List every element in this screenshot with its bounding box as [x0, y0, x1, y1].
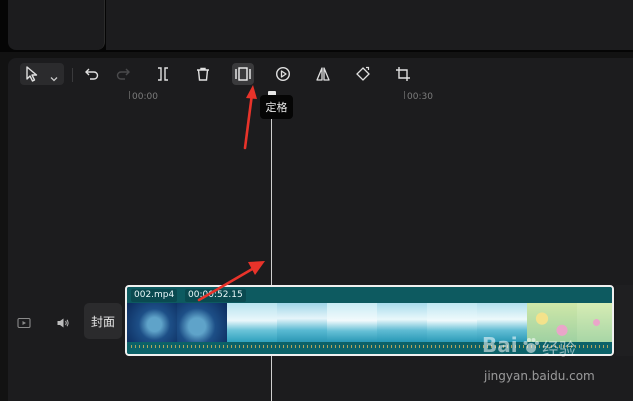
clip-thumbnail	[377, 303, 427, 342]
rotate-button[interactable]	[352, 63, 374, 85]
ruler-tick	[129, 91, 130, 99]
play-button[interactable]	[272, 63, 294, 85]
timeline-toolbar	[8, 58, 633, 91]
baidu-watermark: Bai 经验 jingyan.baidu.com	[478, 333, 628, 389]
ruler-tick	[404, 91, 405, 99]
track-mute-toggle[interactable]	[55, 315, 71, 331]
undo-icon	[84, 66, 100, 82]
cursor-icon[interactable]	[25, 66, 39, 86]
delete-button[interactable]	[192, 63, 214, 85]
freeze-tooltip: 定格	[260, 95, 293, 119]
cover-label: 封面	[90, 314, 115, 329]
split-icon	[155, 66, 171, 82]
trash-icon	[195, 66, 211, 82]
tooltip-text: 定格	[265, 101, 288, 114]
mirror-button[interactable]	[312, 63, 334, 85]
freeze-frame-icon	[234, 66, 252, 82]
playhead[interactable]	[271, 108, 272, 401]
speaker-icon	[56, 314, 70, 333]
player-panel	[106, 0, 633, 50]
ruler-label-30s: 00:30	[407, 92, 433, 102]
clip-thumbnail	[327, 303, 377, 342]
clip-thumbnail	[177, 303, 227, 342]
chevron-down-icon[interactable]	[49, 69, 59, 88]
timeline-ruler[interactable]: 00:00 00:30	[8, 91, 633, 107]
undo-button[interactable]	[81, 63, 103, 85]
clip-filename: 002.mp4	[131, 289, 178, 302]
redo-icon	[115, 66, 131, 82]
clip-thumbnail	[427, 303, 477, 342]
play-circle-icon	[275, 66, 291, 82]
clip-duration: 00:00:52.15	[185, 289, 246, 302]
paw-icon	[522, 337, 540, 359]
select-tool-group[interactable]	[20, 63, 64, 85]
video-track-icon	[17, 314, 31, 333]
preview-area	[0, 0, 633, 52]
media-panel	[8, 0, 105, 50]
split-button[interactable]	[152, 63, 174, 85]
track-visibility-toggle[interactable]	[16, 315, 32, 331]
clip-thumbnail	[127, 303, 177, 342]
watermark-brand-suffix: 经验	[542, 340, 576, 360]
toolbar-divider	[72, 68, 73, 82]
crop-button[interactable]	[392, 63, 414, 85]
clip-thumbnail	[227, 303, 277, 342]
rotate-icon	[355, 66, 371, 82]
clip-thumbnail	[277, 303, 327, 342]
watermark-brand: Bai	[482, 333, 518, 357]
redo-button[interactable]	[112, 63, 134, 85]
cover-button[interactable]: 封面	[84, 303, 122, 339]
crop-icon	[395, 66, 411, 82]
freeze-frame-button[interactable]	[232, 63, 254, 85]
mirror-icon	[315, 66, 331, 82]
ruler-label-start: 00:00	[132, 92, 158, 102]
watermark-url: jingyan.baidu.com	[484, 369, 595, 383]
